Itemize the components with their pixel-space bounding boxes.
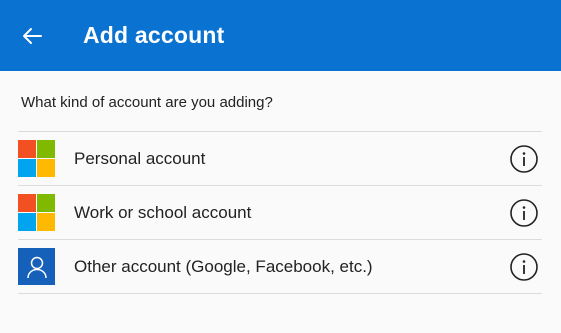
app-bar: Add account xyxy=(0,0,561,71)
info-circle-icon[interactable] xyxy=(509,198,539,228)
other-account-option[interactable]: Other account (Google, Facebook, etc.) xyxy=(18,240,542,294)
option-label: Other account (Google, Facebook, etc.) xyxy=(74,256,373,276)
option-label: Work or school account xyxy=(74,202,252,222)
back-button[interactable] xyxy=(17,21,47,51)
person-icon xyxy=(18,248,55,285)
work-school-account-option[interactable]: Work or school account xyxy=(18,186,542,240)
info-circle-icon[interactable] xyxy=(509,144,539,174)
account-type-prompt: What kind of account are you adding? xyxy=(21,94,273,111)
microsoft-logo-icon xyxy=(18,194,55,231)
account-type-list: Personal account Work or school account … xyxy=(18,131,542,294)
microsoft-logo-icon xyxy=(18,140,55,177)
arrow-left-icon xyxy=(23,27,42,44)
personal-account-option[interactable]: Personal account xyxy=(18,132,542,186)
option-label: Personal account xyxy=(74,148,206,168)
info-circle-icon[interactable] xyxy=(509,252,539,282)
page-title: Add account xyxy=(83,22,225,48)
